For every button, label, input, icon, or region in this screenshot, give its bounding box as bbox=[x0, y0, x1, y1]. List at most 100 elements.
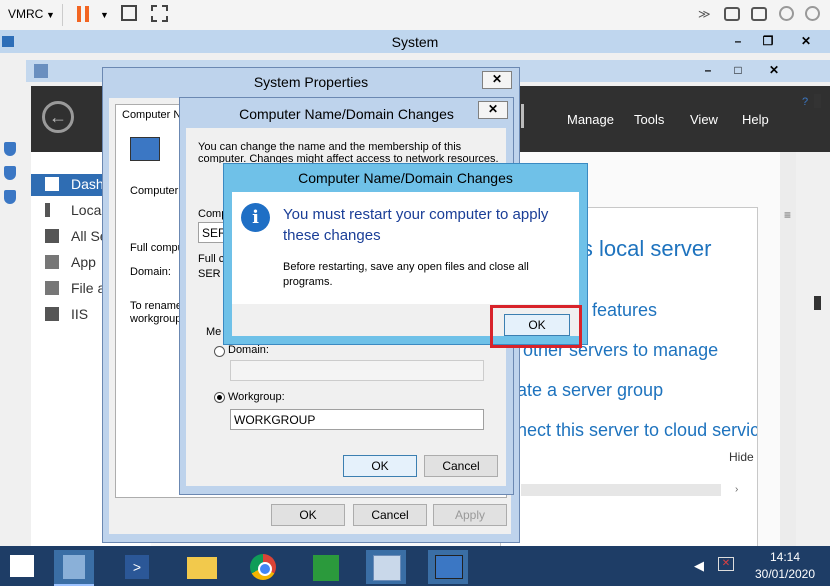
domain-radio[interactable] bbox=[214, 346, 225, 357]
nc-full-name-value: SER bbox=[198, 268, 221, 280]
maximize-button[interactable]: ❐ bbox=[754, 33, 782, 51]
send-ctrl-alt-del-icon[interactable] bbox=[121, 5, 137, 21]
server-manager-icon bbox=[63, 555, 85, 579]
clock-date[interactable]: 30/01/2020 bbox=[745, 567, 825, 581]
start-button[interactable] bbox=[10, 555, 34, 577]
all-servers-icon bbox=[45, 229, 59, 243]
scroll-right-icon[interactable]: › bbox=[735, 484, 738, 495]
chevron-down-icon[interactable]: ▼ bbox=[46, 10, 55, 20]
sp-close-button[interactable]: ✕ bbox=[482, 71, 512, 89]
speaker-icon[interactable]: ◀ bbox=[694, 558, 704, 574]
hdd2-icon[interactable] bbox=[751, 7, 767, 21]
sp-apply-button[interactable]: Apply bbox=[433, 504, 507, 526]
hdd-icon[interactable] bbox=[724, 7, 740, 21]
system-window-titlebar: System – ❐ ✕ bbox=[0, 30, 830, 53]
close-button[interactable]: ✕ bbox=[792, 33, 820, 51]
domain-label: Domain: bbox=[130, 266, 171, 278]
back-icon[interactable]: ← bbox=[42, 101, 74, 133]
store-icon bbox=[313, 555, 339, 581]
iis-icon bbox=[45, 307, 59, 321]
workgroup-radio-label: Workgroup: bbox=[228, 391, 285, 403]
menu-tools[interactable]: Tools bbox=[634, 112, 664, 127]
sm-minimize-button[interactable]: – bbox=[694, 62, 722, 80]
link-connect-cloud[interactable]: nect this server to cloud servic bbox=[517, 420, 757, 441]
nc-close-button[interactable]: ✕ bbox=[478, 101, 508, 119]
sm-close-button[interactable]: ✕ bbox=[760, 62, 788, 80]
taskbar-store[interactable] bbox=[306, 550, 346, 584]
powershell-icon: > bbox=[125, 555, 149, 579]
vmrc-toolbar: VMRC ▼ ▼ ≫ bbox=[0, 0, 830, 31]
network-muted-icon[interactable]: ✕ bbox=[718, 557, 734, 571]
windows-logo-icon bbox=[10, 555, 21, 565]
taskbar: > ◀ ✕ 14:14 30/01/2020 bbox=[0, 546, 830, 586]
app-server-icon bbox=[45, 255, 59, 269]
restart-ok-button[interactable]: OK bbox=[504, 314, 570, 336]
local-server-icon bbox=[45, 203, 50, 217]
clock-time[interactable]: 14:14 bbox=[760, 550, 810, 564]
taskbar-chrome[interactable] bbox=[244, 550, 284, 584]
more-icon[interactable]: ≫ bbox=[698, 7, 711, 21]
pause-icon[interactable] bbox=[77, 6, 81, 22]
h-scrollbar[interactable] bbox=[521, 484, 721, 496]
taskbar-system[interactable] bbox=[428, 550, 468, 584]
pause-icon-bar bbox=[85, 6, 89, 22]
fullscreen-icon[interactable] bbox=[151, 5, 168, 22]
full-computer-name-label: Full compu bbox=[130, 242, 184, 254]
info-icon: i bbox=[241, 203, 270, 232]
nc-full-name-label: Full c bbox=[198, 253, 225, 265]
vertical-scrollbar[interactable]: ≡ bbox=[780, 152, 796, 546]
sm-maximize-button[interactable]: □ bbox=[724, 62, 752, 80]
workgroup-radio-dot bbox=[217, 395, 222, 400]
minimize-button[interactable]: – bbox=[724, 33, 752, 51]
restart-message: You must restart your computer to apply … bbox=[283, 206, 549, 244]
nc-cancel-button[interactable]: Cancel bbox=[424, 455, 498, 477]
tab-computer-name[interactable]: Computer N bbox=[122, 109, 181, 121]
restart-detail: Before restarting, save any open files a… bbox=[283, 261, 529, 288]
help-icon[interactable]: ? bbox=[802, 96, 808, 108]
domain-input[interactable] bbox=[230, 360, 484, 381]
hide-link[interactable]: Hide bbox=[729, 450, 754, 464]
sp-ok-button[interactable]: OK bbox=[271, 504, 345, 526]
side-marker bbox=[814, 94, 821, 108]
restart-dialog: Computer Name/Domain Changes i You must … bbox=[223, 163, 588, 348]
taskbar-explorer[interactable] bbox=[182, 550, 222, 584]
menu-manage[interactable]: Manage bbox=[567, 112, 614, 127]
shield-icon bbox=[4, 142, 16, 156]
network-icon[interactable] bbox=[805, 6, 820, 21]
scroll-thumb-icon[interactable]: ≡ bbox=[784, 208, 791, 222]
vmrc-menu[interactable]: VMRC bbox=[8, 7, 43, 21]
taskbar-control-panel[interactable] bbox=[366, 550, 406, 584]
shield-icon bbox=[4, 190, 16, 204]
workgroup-input[interactable]: WORKGROUP bbox=[230, 409, 484, 430]
member-of-label: Me bbox=[206, 326, 222, 338]
rename-text-1: To rename bbox=[130, 300, 182, 312]
system-properties-title: System Properties bbox=[253, 74, 369, 90]
windows-logo-tile bbox=[23, 555, 34, 565]
restart-dialog-title: Computer Name/Domain Changes bbox=[298, 170, 513, 186]
windows-logo-tile bbox=[10, 567, 21, 577]
windows-logo-tile bbox=[23, 567, 34, 577]
side-marker bbox=[814, 296, 821, 310]
flag-icon[interactable] bbox=[521, 104, 533, 128]
nc-desc-1: You can change the name and the membersh… bbox=[198, 141, 462, 153]
file-services-icon bbox=[45, 281, 59, 295]
rename-text-2: workgroup bbox=[130, 313, 182, 325]
link-add-features[interactable]: d features bbox=[577, 300, 657, 321]
nc-ok-button[interactable]: OK bbox=[343, 455, 417, 477]
menu-view[interactable]: View bbox=[690, 112, 718, 127]
shield-icon bbox=[4, 166, 16, 180]
nc-desc-2: computer. Changes might affect access to… bbox=[198, 153, 499, 163]
taskbar-server-manager[interactable] bbox=[54, 550, 94, 586]
menu-help[interactable]: Help bbox=[742, 112, 769, 127]
server-manager-icon bbox=[34, 64, 48, 78]
power-dropdown-icon[interactable]: ▼ bbox=[100, 10, 109, 20]
link-create-group[interactable]: ate a server group bbox=[517, 380, 663, 401]
sp-cancel-button[interactable]: Cancel bbox=[353, 504, 427, 526]
cd-icon[interactable] bbox=[779, 6, 794, 21]
quick-start-heading: is local server bbox=[577, 236, 712, 261]
folder-icon bbox=[187, 557, 217, 579]
name-changes-title: Computer Name/Domain Changes bbox=[239, 106, 454, 122]
taskbar-powershell[interactable]: > bbox=[118, 550, 158, 584]
chrome-center bbox=[258, 562, 272, 576]
system-window-title: System bbox=[391, 34, 439, 50]
